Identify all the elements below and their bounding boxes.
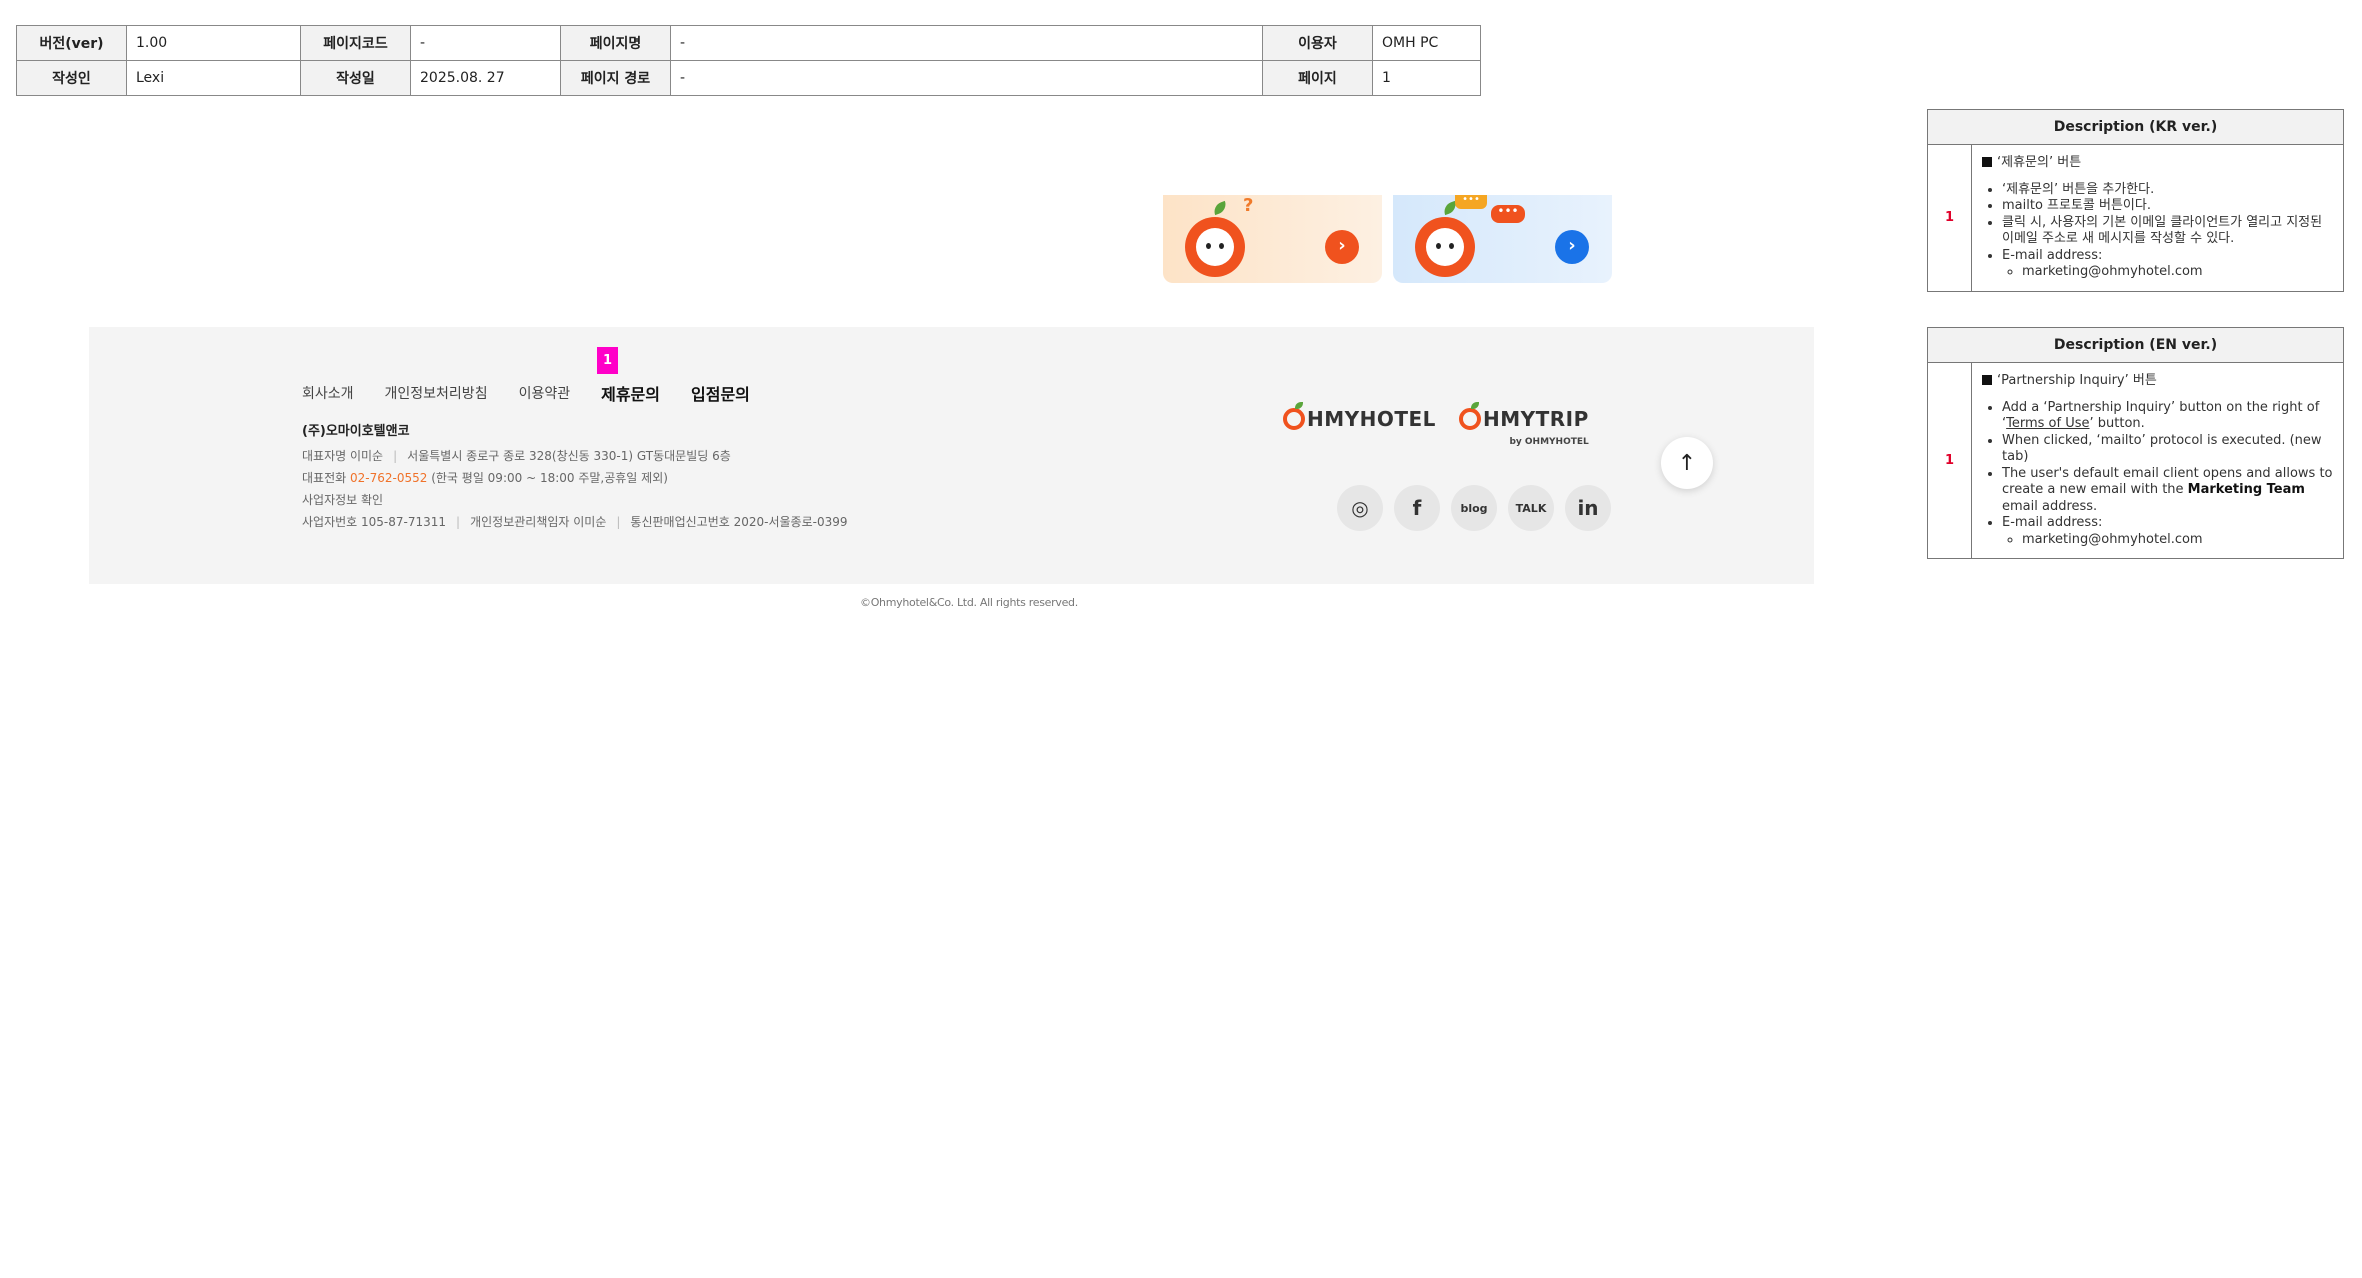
footer-link-partnership-inquiry[interactable]: 제휴문의 [601,381,660,405]
footer-link-terms[interactable]: 이용약관 [519,383,571,405]
terms-of-use-reference: Terms of Use [2006,416,2090,431]
ohmyhotel-logo[interactable]: HMYHOTEL [1283,402,1436,431]
ohmytrip-logo-by: by OHMYHOTEL [1509,437,1589,447]
speech-bubble-icon: ••• [1491,205,1525,223]
description-kr-item: ‘제휴문의’ 버튼을 추가한다. [2002,182,2333,199]
blog-icon[interactable]: blog [1451,485,1497,531]
banner-card-orange[interactable]: ? › [1163,195,1382,283]
banner-arrow-button[interactable]: › [1555,230,1589,264]
facebook-icon[interactable]: f [1394,485,1440,531]
social-links: ◎ f blog TALK in [1337,485,1611,531]
description-en-title: ‘Partnership Inquiry’ 버튼 [1982,373,2333,390]
footer-nav: 회사소개 개인정보처리방침 이용약관 제휴문의 입점문의 [302,383,781,405]
site-footer: 1 회사소개 개인정보처리방침 이용약관 제휴문의 입점문의 (주)오마이호텔앤… [89,327,1814,584]
name-label: 페이지명 [560,25,671,61]
author-value: Lexi [126,60,301,96]
company-ceo-address: 대표자명 이미순 | 서울특별시 종로구 종로 328(창신동 330-1) GT동… [302,449,731,463]
user-label: 이용자 [1262,25,1373,61]
description-kr-email: marketing@ohmyhotel.com [2022,264,2333,281]
page-value: 1 [1372,60,1481,96]
footer-link-company[interactable]: 회사소개 [302,383,354,405]
description-kr-title-text: ‘제휴문의’ 버튼 [1997,155,2082,170]
description-kr-number: 1 [1928,145,1972,291]
mascot-icon [1415,217,1475,277]
footer-link-privacy[interactable]: 개인정보처리방침 [385,383,488,405]
description-en-panel: Description (EN ver.) 1 ‘Partnership Inq… [1927,327,2344,559]
date-value: 2025.08. 27 [410,60,561,96]
banner-arrow-button[interactable]: › [1325,230,1359,264]
marketing-team-text: Marketing Team [2187,482,2305,497]
meta-table: 버전(ver) 1.00 페이지코드 - 페이지명 - 이용자 OMH PC 작… [16,25,1481,96]
company-info: (주)오마이호텔앤코 대표자명 이미순 | 서울특별시 종로구 종로 328(창신동… [302,421,848,533]
ver-label: 버전(ver) [16,25,127,61]
mascot-icon [1185,217,1245,277]
description-kr-title: ‘제휴문의’ 버튼 [1982,155,2333,172]
business-info-link[interactable]: 사업자정보 확인 [302,489,848,511]
business-number: 사업자번호 105-87-71311 [302,515,447,529]
code-label: 페이지코드 [300,25,411,61]
date-label: 작성일 [300,60,411,96]
description-kr-header: Description (KR ver.) [1928,110,2343,145]
description-en-email-label: E-mail address: [2002,515,2103,530]
company-tel-line: 대표전화 02-762-0552 (한국 평일 09:00 ~ 18:00 주말… [302,467,848,489]
description-kr-item: 클릭 시, 사용자의 기본 이메일 클라이언트가 열리고 지정된 이메일 주소로… [2002,215,2333,248]
square-bullet-icon [1982,375,1992,385]
square-bullet-icon [1982,157,1992,167]
copyright: ©Ohmyhotel&Co. Ltd. All rights reserved. [860,596,1078,609]
description-kr-panel: Description (KR ver.) 1 ‘제휴문의’ 버튼 ‘제휴문의’… [1927,109,2344,292]
ecommerce-registration: 통신판매업신고번호 2020-서울종로-0399 [630,515,848,529]
description-en-email: marketing@ohmyhotel.com [2022,532,2333,549]
leaf-icon [1211,200,1229,216]
banner-card-blue[interactable]: ••• ••• › [1393,195,1612,283]
description-en-header: Description (EN ver.) [1928,328,2343,363]
ohmytrip-logo[interactable]: HMYTRIP by OHMYHOTEL [1459,402,1589,447]
user-value: OMH PC [1372,25,1481,61]
description-en-number: 1 [1928,363,1972,558]
company-registration-line: 사업자번호 105-87-71311 | 개인정보관리책임자 이미순 | 통신판매업신고… [302,515,848,529]
ceo-text: 대표자명 이미순 [302,449,384,463]
tel-number[interactable]: 02-762-0552 [350,471,427,485]
description-en-item: The user's default email client opens an… [2002,466,2333,516]
description-kr-email-label: E-mail address: [2002,247,2103,263]
privacy-officer: 개인정보관리책임자 이미순 [470,515,607,529]
path-label: 페이지 경로 [560,60,671,96]
tel-hours: (한국 평일 09:00 ~ 18:00 주말,공휴일 제외) [431,471,668,485]
description-en-item: E-mail address: marketing@ohmyhotel.com [2002,515,2333,548]
name-value: - [670,25,1263,61]
description-kr-item: mailto 프로토콜 버튼이다. [2002,198,2333,215]
ver-value: 1.00 [126,25,301,61]
description-kr-item: E-mail address: marketing@ohmyhotel.com [2002,248,2333,281]
ohmytrip-logo-text: HMYTRIP [1483,407,1589,431]
speech-bubble-icon: ••• [1455,195,1487,209]
scroll-to-top-button[interactable]: ↑ [1661,437,1713,489]
footer-link-vendor-inquiry[interactable]: 입점문의 [691,381,750,405]
question-mark-icon: ? [1243,195,1254,216]
description-en-item: When clicked, ‘mailto’ protocol is execu… [2002,433,2333,466]
address-text: 서울특별시 종로구 종로 328(창신동 330-1) GT동대문빌딩 6층 [407,449,731,463]
author-label: 작성인 [16,60,127,96]
linkedin-icon[interactable]: in [1565,485,1611,531]
ohmyhotel-logo-text: HMYHOTEL [1307,407,1436,431]
description-en-item1-text-b: ’ button. [2089,416,2145,431]
description-en-item: Add a ‘Partnership Inquiry’ button on th… [2002,400,2333,433]
annotation-badge: 1 [597,347,618,374]
code-value: - [410,25,561,61]
path-value: - [670,60,1263,96]
kakaotalk-icon[interactable]: TALK [1508,485,1554,531]
company-name: (주)오마이호텔앤코 [302,424,410,439]
description-en-item3-text-b: email address. [2002,498,2098,514]
description-en-title-text: ‘Partnership Inquiry’ 버튼 [1997,373,2157,388]
tel-label: 대표전화 [302,471,347,485]
instagram-icon[interactable]: ◎ [1337,485,1383,531]
page-label: 페이지 [1262,60,1373,96]
